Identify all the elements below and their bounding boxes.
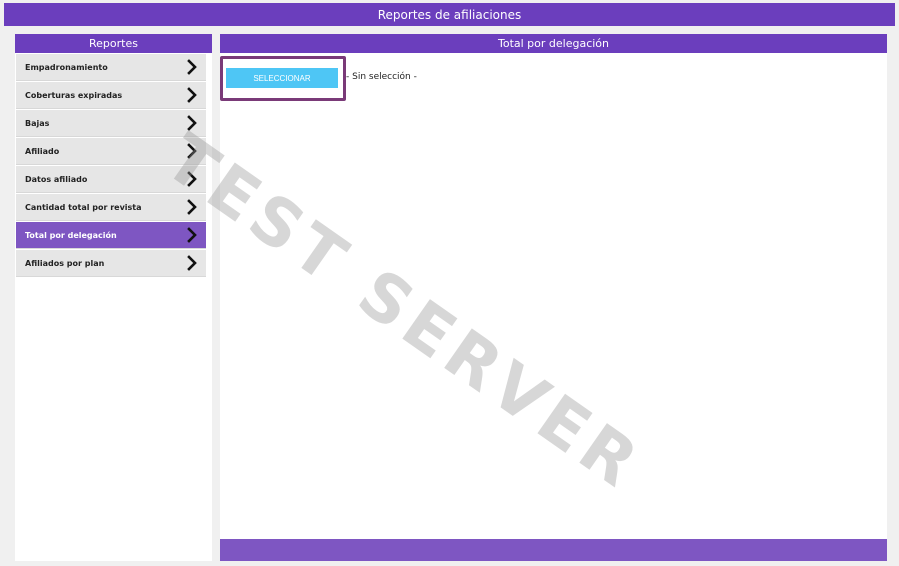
menu-item-label: Datos afiliado [25, 174, 88, 184]
sidebar-header: Reportes [15, 34, 212, 53]
menu-item-label: Afiliado [25, 146, 60, 156]
menu-item-coberturas-expiradas[interactable]: Coberturas expiradas [16, 82, 206, 109]
menu-item-total-por-delegacion[interactable]: Total por delegación [16, 222, 206, 249]
chevron-right-icon [187, 171, 197, 187]
menu-item-label: Empadronamiento [25, 62, 108, 72]
chevron-right-icon [187, 255, 197, 271]
report-content-panel: Total por delegación SELECCIONAR - Sin s… [220, 34, 887, 561]
chevron-right-icon [187, 143, 197, 159]
menu-item-label: Coberturas expiradas [25, 90, 123, 100]
menu-item-afiliados-por-plan[interactable]: Afiliados por plan [16, 250, 206, 277]
menu-item-label: Cantidad total por revista [25, 202, 142, 212]
menu-item-label: Total por delegación [25, 230, 117, 240]
menu-item-afiliado[interactable]: Afiliado [16, 138, 206, 165]
app-title-bar: Reportes de afiliaciones [4, 3, 895, 26]
menu-item-label: Afiliados por plan [25, 258, 105, 268]
menu-item-empadronamiento[interactable]: Empadronamiento [16, 54, 206, 81]
select-button[interactable]: SELECCIONAR [226, 68, 338, 88]
content-footer-bar [220, 539, 887, 561]
menu-item-bajas[interactable]: Bajas [16, 110, 206, 137]
chevron-right-icon [187, 87, 197, 103]
content-header: Total por delegación [220, 34, 887, 53]
content-title: Total por delegación [497, 37, 610, 50]
app-title: Reportes de afiliaciones [377, 7, 522, 22]
menu-item-datos-afiliado[interactable]: Datos afiliado [16, 166, 206, 193]
reports-sidebar: Reportes Empadronamiento Coberturas expi… [15, 34, 212, 561]
chevron-right-icon [187, 199, 197, 215]
selection-status-text: - Sin selección - [346, 72, 417, 82]
chevron-right-icon [187, 115, 197, 131]
sidebar-title: Reportes [89, 37, 138, 50]
menu-item-cantidad-total-por-revista[interactable]: Cantidad total por revista [16, 194, 206, 221]
reports-menu: Empadronamiento Coberturas expiradas Baj… [16, 54, 206, 278]
chevron-right-icon [187, 227, 197, 243]
chevron-right-icon [187, 59, 197, 75]
menu-item-label: Bajas [25, 118, 50, 128]
